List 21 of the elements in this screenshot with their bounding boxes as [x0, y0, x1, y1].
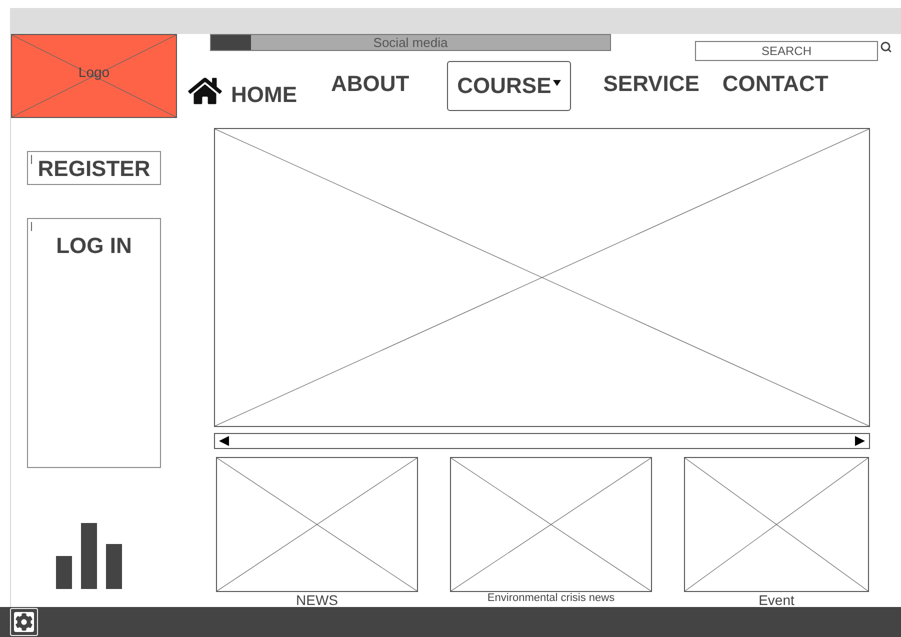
login-title: LOG IN: [56, 232, 132, 260]
home-icon[interactable]: [188, 76, 222, 106]
nav-link[interactable]: HOME: [231, 84, 297, 106]
card-caption: NEWS: [296, 593, 338, 607]
scroll-bar[interactable]: [214, 433, 870, 449]
nav-link[interactable]: SERVICE: [603, 71, 700, 96]
social-media-label: Social media: [373, 36, 448, 49]
nav-link[interactable]: CONTACT: [722, 71, 828, 96]
settings-button[interactable]: [10, 608, 38, 636]
search-icon[interactable]: [880, 41, 892, 53]
settings-icon[interactable]: [14, 612, 34, 632]
right-arrow-icon[interactable]: [855, 436, 865, 446]
nav-link[interactable]: ABOUT: [331, 71, 410, 96]
card-caption: Environmental crisis news: [487, 593, 615, 604]
register-button[interactable]: REGISTER: [27, 151, 161, 185]
caret-icon: [553, 80, 562, 86]
bar-chart-icon: [56, 523, 122, 589]
left-arrow-icon[interactable]: [219, 436, 229, 446]
card-caption: Event: [758, 593, 794, 607]
search-field[interactable]: SEARCH: [695, 41, 878, 61]
nav-dropdown[interactable]: COURSE: [447, 61, 572, 111]
